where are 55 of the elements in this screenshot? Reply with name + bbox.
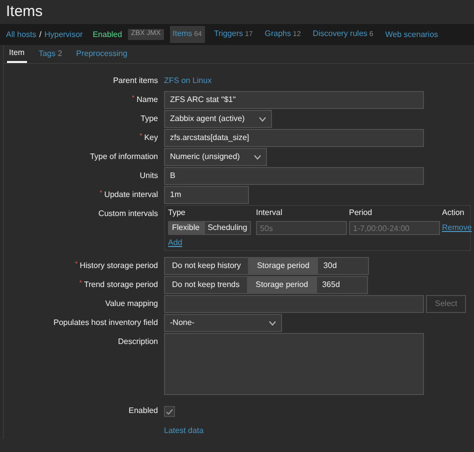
latest-data-link[interactable]: Latest data: [164, 421, 204, 439]
field-label: Update interval: [104, 189, 158, 201]
select-field[interactable]: Zabbix agent (active): [164, 110, 272, 128]
page-title: Items: [6, 2, 43, 22]
chevron-down-icon: [254, 154, 261, 160]
field-label: Custom intervals: [98, 208, 158, 220]
form-tab[interactable]: Preprocessing: [74, 45, 130, 63]
field-label: Value mapping: [105, 298, 158, 310]
field-label: Name: [136, 94, 158, 106]
form-tab[interactable]: Tags 2: [36, 45, 64, 63]
chevron-down-icon: [269, 320, 276, 326]
field-label: Type of information: [90, 151, 158, 163]
text-field[interactable]: ZFS ARC stat "$1": [164, 91, 424, 109]
text-field[interactable]: zfs.arcstats[data_size]: [164, 129, 424, 147]
host-nav-tab[interactable]: Web scenarios: [382, 26, 442, 42]
breadcrumb-link[interactable]: All hosts: [6, 28, 36, 40]
column-header: Type: [168, 207, 186, 219]
form-tab[interactable]: Item: [7, 45, 27, 63]
checkmark-icon: [166, 408, 173, 414]
period-field[interactable]: 1-7,00:00-24:00: [349, 221, 440, 235]
breadcrumb-separator: /: [39, 28, 42, 40]
field-label: Enabled: [128, 405, 158, 417]
field-label: Key: [144, 132, 158, 144]
field-label: Parent items: [113, 75, 158, 87]
column-header: Period: [349, 207, 374, 219]
mode-toggle[interactable]: Scheduling: [204, 221, 252, 235]
field-label: Description: [118, 336, 158, 348]
field-label: Type: [140, 113, 158, 125]
remove-link[interactable]: Remove: [442, 222, 472, 234]
field-label: History storage period: [80, 260, 158, 272]
interval-field[interactable]: 50s: [256, 221, 347, 235]
add-link[interactable]: Add: [168, 237, 182, 249]
value-mapping-field[interactable]: [164, 295, 424, 313]
field-label: Units: [140, 170, 158, 182]
parent-item-link[interactable]: ZFS on Linux: [164, 72, 212, 87]
storage-toggle[interactable]: Storage period: [248, 276, 316, 294]
select-field[interactable]: -None-: [164, 314, 282, 332]
storage-toggle[interactable]: Storage period: [248, 257, 318, 275]
storage-period-field[interactable]: 30d: [317, 257, 370, 275]
storage-toggle[interactable]: Do not keep history: [164, 257, 249, 275]
chevron-down-icon: [258, 116, 266, 122]
column-header: Action: [442, 207, 466, 219]
storage-toggle[interactable]: Do not keep trends: [164, 276, 248, 294]
text-field[interactable]: 1m: [164, 186, 249, 204]
field-label: Trend storage period: [84, 279, 158, 291]
text-field[interactable]: B: [164, 167, 424, 185]
host-status: Enabled: [92, 28, 122, 40]
select-field[interactable]: Numeric (unsigned): [164, 148, 267, 166]
mode-toggle[interactable]: Flexible: [168, 221, 204, 235]
description-field[interactable]: [164, 333, 424, 395]
breadcrumb-link[interactable]: Hypervisor: [44, 28, 83, 40]
column-header: Interval: [256, 207, 284, 219]
storage-period-field[interactable]: 365d: [316, 276, 368, 294]
checkbox[interactable]: [164, 406, 175, 417]
field-label: Populates host inventory field: [53, 317, 158, 329]
